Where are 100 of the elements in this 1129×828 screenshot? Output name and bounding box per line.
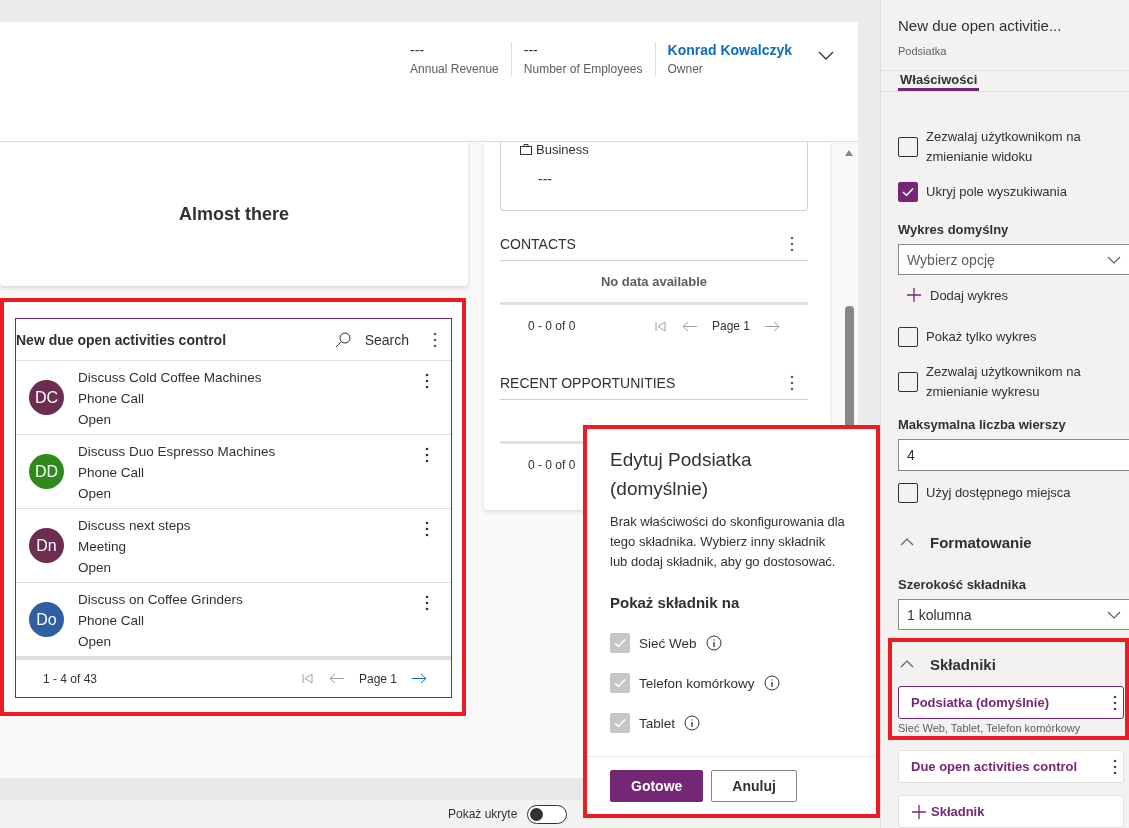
checkbox-option[interactable]: Pokaż tylko wykres: [898, 315, 1129, 359]
more-icon: [790, 236, 794, 252]
more-button[interactable]: [425, 595, 429, 611]
input-field[interactable]: 4: [898, 439, 1129, 471]
more-button[interactable]: [790, 375, 794, 391]
info-icon: [705, 635, 722, 651]
more-button[interactable]: [425, 373, 429, 389]
section-header[interactable]: Formatowanie: [898, 515, 1129, 569]
activity-row[interactable]: Dn Discuss next steps Meeting Open: [16, 509, 451, 583]
chevron-down-icon: [1107, 255, 1121, 264]
arrow-left-icon: [328, 673, 345, 684]
checkbox-label: Tablet: [639, 715, 676, 731]
field-label: Annual Revenue: [410, 62, 499, 76]
arrow-left-icon: [681, 320, 698, 332]
checkbox[interactable]: [898, 137, 918, 157]
activity-title: Discuss on Coffee Grinders: [78, 591, 244, 609]
check-icon: [614, 718, 626, 728]
section-header[interactable]: Składniki: [898, 642, 996, 686]
checkbox-option[interactable]: Ukryj pole wyszukiwania: [898, 170, 1129, 214]
first-page-icon: [654, 320, 666, 332]
activity-status: Open: [78, 485, 113, 503]
cancel-button[interactable]: Anuluj: [711, 769, 797, 802]
more-button[interactable]: [790, 236, 794, 252]
activity-row[interactable]: Do Discuss on Coffee Grinders Phone Call Open: [16, 583, 451, 657]
checkbox[interactable]: [898, 372, 918, 392]
chevron-up-icon: [900, 538, 914, 546]
dropdown-field[interactable]: Wybierz opcję: [898, 244, 1129, 275]
activity-type: Meeting: [78, 538, 128, 556]
record-count: 0 - 0 of 0: [528, 319, 576, 333]
activity-row[interactable]: DC Discuss Cold Coffee Machines Phone Call Open: [16, 361, 451, 435]
activity-title: Discuss Cold Coffee Machines: [78, 369, 263, 387]
panel-title: New due open activitie...: [897, 16, 1063, 34]
component-caption: Sieć Web, Tablet, Telefon komórkowy: [898, 722, 1082, 734]
toggle-label: Pokaż ukryte: [448, 807, 518, 821]
checkbox-label: Sieć Web: [639, 635, 697, 651]
card-title: Almost there: [179, 203, 289, 225]
toggle-switch[interactable]: [527, 804, 568, 824]
activity-status: Open: [78, 559, 113, 577]
check-icon: [902, 187, 914, 197]
record-count: 0 - 0 of 0: [528, 458, 576, 472]
activity-type: Phone Call: [78, 612, 146, 630]
plus-icon: [906, 287, 922, 303]
activity-type: Phone Call: [78, 390, 146, 408]
checkbox[interactable]: [898, 483, 918, 503]
activity-row[interactable]: DD Discuss Duo Espresso Machines Phone Call Open: [16, 435, 451, 509]
component-item[interactable]: Podsiatka (domyślnie): [898, 686, 1124, 719]
checkbox-option[interactable]: Zezwalaj użytkownikom na zmienianie widoku: [898, 124, 1129, 170]
more-icon: [1113, 694, 1117, 711]
field-value: ---: [538, 171, 553, 187]
chevron-down-icon: [818, 51, 834, 60]
more-icon: [433, 331, 437, 348]
checkbox-option[interactable]: Zezwalaj użytkownikom na zmienianie wykresu: [898, 359, 1129, 405]
search-button[interactable]: Search: [334, 331, 409, 348]
search-icon: [334, 331, 351, 348]
more-icon: [425, 595, 429, 611]
field-label: Wykres domyślny: [898, 222, 1010, 237]
owner-link[interactable]: Konrad Kowalczyk: [667, 42, 792, 58]
checkbox[interactable]: [898, 182, 918, 202]
more-icon: [425, 521, 429, 537]
component-item[interactable]: Due open activities control: [898, 750, 1124, 783]
properties-tab[interactable]: Właściwości: [898, 71, 980, 91]
activity-title: Discuss Duo Espresso Machines: [78, 443, 277, 461]
arrow-right-icon: [764, 320, 780, 332]
section-title: RECENT OPPORTUNITIES: [500, 375, 676, 391]
briefcase-icon: [520, 144, 532, 155]
plus-icon: [911, 803, 927, 820]
field-label: Szerokość składnika: [898, 577, 1027, 592]
check-icon: [614, 678, 626, 688]
business-label: Business: [520, 142, 788, 157]
add-chart-button[interactable]: Dodaj wykres: [898, 275, 1129, 315]
info-icon: [684, 715, 701, 731]
more-icon: [790, 375, 794, 391]
field-label: Number of Employees: [523, 62, 643, 76]
dialog-description: Brak właściwości do skonfigurowania dla tego składnika. Wybierz inny składnik lub dodaj składnik, aby go dostosować.: [610, 513, 846, 571]
dropdown-field[interactable]: 1 kolumna: [898, 599, 1129, 630]
avatar: DC: [29, 380, 64, 415]
panel-subtitle: Podsiatka: [897, 44, 948, 57]
add-component-button[interactable]: Składnik: [898, 795, 1124, 828]
field-label: Maksymalna liczba wierszy: [898, 417, 1067, 432]
section-title: CONTACTS: [500, 236, 576, 252]
activity-status: Open: [78, 633, 113, 651]
more-icon: [1113, 758, 1117, 775]
activity-type: Phone Call: [78, 464, 146, 482]
field-value: ---: [410, 42, 426, 58]
avatar: DD: [29, 454, 64, 489]
checkbox-option[interactable]: Użyj dostępnego miejsca: [898, 471, 1129, 515]
more-icon: [425, 447, 429, 463]
more-icon: [425, 373, 429, 389]
field-label: Owner: [667, 62, 704, 76]
page-label: Page 1: [711, 319, 750, 333]
scroll-up-icon: [845, 150, 853, 156]
more-button[interactable]: [425, 521, 429, 537]
more-button[interactable]: [425, 447, 429, 463]
more-button[interactable]: [433, 331, 437, 348]
checkbox[interactable]: [898, 327, 918, 347]
check-icon: [614, 638, 626, 648]
dialog-title: Edytuj Podsiatka (domyślnie): [610, 448, 753, 501]
done-button[interactable]: Gotowe: [610, 769, 704, 802]
activity-title: Discuss next steps: [78, 517, 192, 535]
activity-status: Open: [78, 411, 113, 429]
